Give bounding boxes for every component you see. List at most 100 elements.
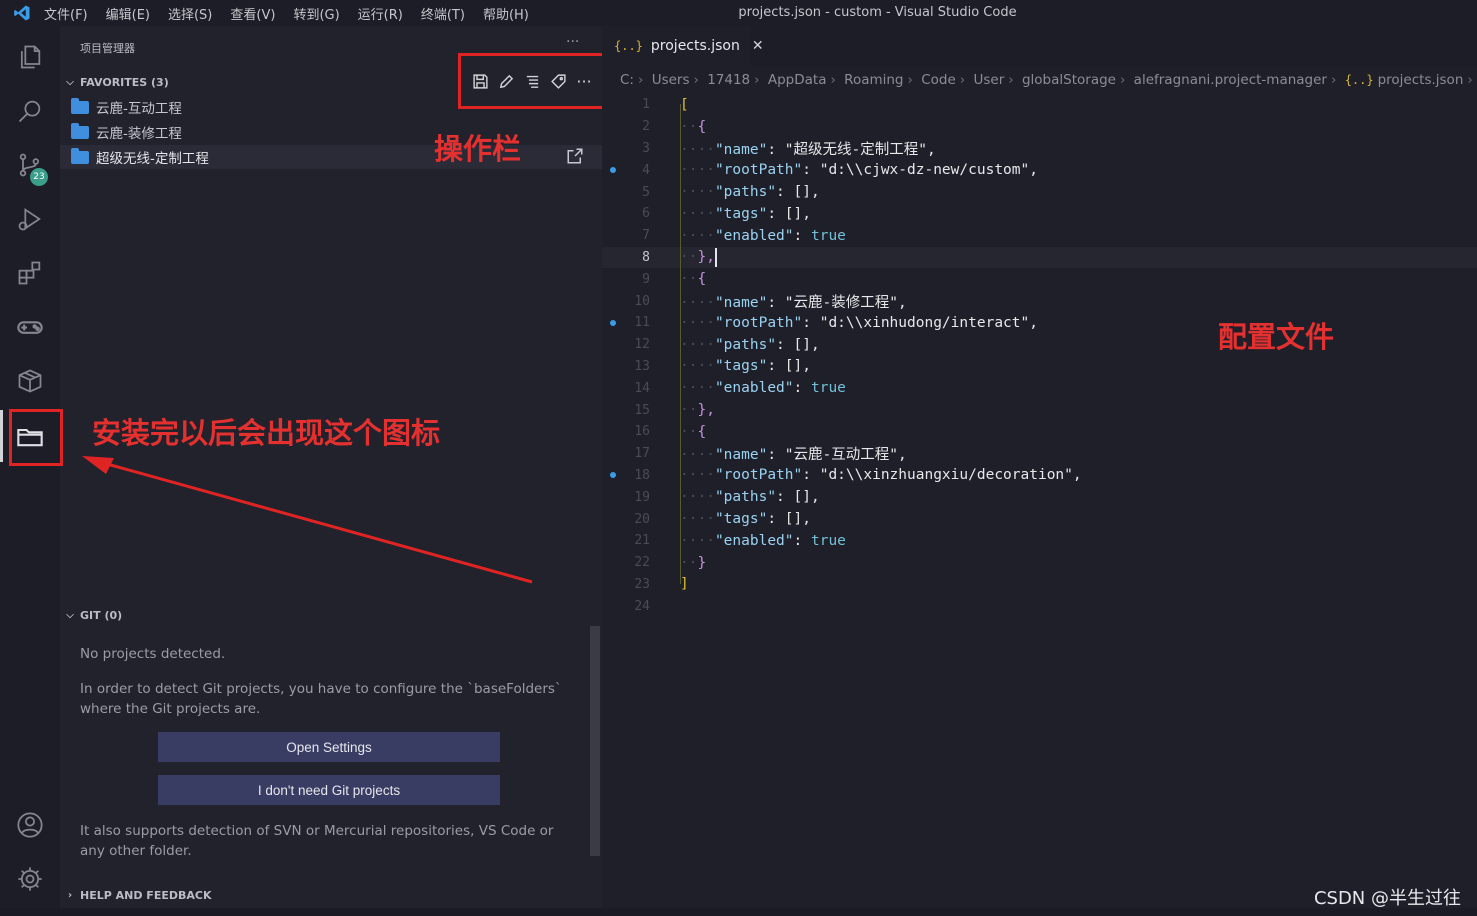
extensions-icon[interactable] bbox=[0, 248, 60, 298]
menu-go[interactable]: 转到(G) bbox=[293, 4, 339, 23]
code-token: "name" bbox=[714, 141, 768, 158]
gamepad-icon[interactable] bbox=[0, 302, 60, 352]
code-text: ··}, bbox=[680, 402, 715, 418]
code-line[interactable]: 9 ··{ bbox=[602, 268, 1477, 290]
code-line[interactable]: 24 bbox=[602, 595, 1477, 617]
breadcrumb-item[interactable]: Users bbox=[652, 72, 690, 88]
code-text: ··}, bbox=[680, 249, 715, 265]
code-token: true bbox=[810, 227, 846, 244]
code-token: "d:\\xinzhuangxiu/decoration" bbox=[819, 467, 1073, 484]
filter-list-icon[interactable] bbox=[521, 70, 543, 92]
source-control-icon[interactable] bbox=[0, 140, 60, 190]
line-number: 10 bbox=[634, 293, 650, 309]
dont-need-git-button[interactable]: I don't need Git projects bbox=[158, 775, 500, 805]
code-line[interactable]: 3 ····"name": "超级无线-定制工程", bbox=[602, 138, 1477, 160]
code-text: ····"rootPath": "d:\\xinzhuangxiu/decora… bbox=[680, 467, 1082, 483]
run-debug-icon[interactable] bbox=[0, 194, 60, 244]
menu-run[interactable]: 运行(R) bbox=[358, 4, 403, 23]
help-section-header[interactable]: › HELP AND FEEDBACK bbox=[60, 884, 602, 906]
code-line[interactable]: 22 ··} bbox=[602, 552, 1477, 574]
save-project-icon[interactable] bbox=[469, 70, 491, 92]
breadcrumb-item[interactable]: Code bbox=[921, 72, 956, 88]
code-line[interactable]: 17 ····"name": "云鹿-互动工程", bbox=[602, 443, 1477, 465]
line-number: 14 bbox=[634, 380, 650, 396]
code-line[interactable]: 12 ····"paths": [], bbox=[602, 334, 1477, 356]
close-tab-icon[interactable]: ✕ bbox=[752, 38, 764, 54]
line-number: 16 bbox=[634, 424, 650, 440]
sidebar-more-icon[interactable]: ··· bbox=[566, 34, 579, 50]
code-text: ····"paths": [], bbox=[680, 184, 820, 200]
indent-guide-dots: ·· bbox=[680, 314, 698, 331]
indent-guide-dots: ·· bbox=[680, 423, 698, 440]
indent-guide-dots: : bbox=[776, 336, 794, 353]
indent-guide-dots: , bbox=[1029, 314, 1038, 331]
code-line[interactable]: 11 ····"rootPath": "d:\\xinhudong/interac… bbox=[602, 312, 1477, 334]
indent-guide-dots: ·· bbox=[697, 141, 715, 158]
code-text: ····"name": "云鹿-互动工程", bbox=[680, 443, 907, 464]
breadcrumb-item[interactable]: alefragnani.project-manager bbox=[1134, 72, 1327, 88]
account-icon[interactable] bbox=[0, 800, 60, 850]
code-line[interactable]: 16 ··{ bbox=[602, 421, 1477, 443]
code-line[interactable]: 10 ····"name": "云鹿-装修工程", bbox=[602, 290, 1477, 312]
code-line[interactable]: 20 ····"tags": [], bbox=[602, 508, 1477, 530]
code-line[interactable]: 4 ····"rootPath": "d:\\cjwx-dz-new/custom… bbox=[602, 159, 1477, 181]
breadcrumb-separator-icon: › bbox=[1119, 72, 1126, 88]
breadcrumb-item[interactable]: C: bbox=[620, 72, 634, 88]
breadcrumb: C: › Users › 17418 › AppData › Roaming › Code… bbox=[620, 72, 1477, 88]
settings-gear-icon[interactable] bbox=[0, 854, 60, 904]
line-number: 22 bbox=[634, 555, 650, 571]
menu-terminal[interactable]: 终端(T) bbox=[421, 4, 465, 23]
code-token: "tags" bbox=[714, 358, 768, 375]
code-line[interactable]: 1[ bbox=[602, 94, 1477, 116]
code-text: ] bbox=[680, 576, 689, 592]
edit-projects-icon[interactable] bbox=[495, 70, 517, 92]
code-token: [] bbox=[793, 489, 811, 506]
package-icon[interactable] bbox=[0, 356, 60, 406]
code-line[interactable]: 8 ··}, bbox=[602, 246, 1477, 269]
code-line[interactable]: 5 ····"paths": [], bbox=[602, 181, 1477, 203]
menu-selection[interactable]: 选择(S) bbox=[168, 4, 212, 23]
explorer-icon[interactable] bbox=[0, 32, 60, 82]
code-token: { bbox=[697, 271, 707, 288]
code-line[interactable]: 14 ····"enabled": true bbox=[602, 377, 1477, 399]
code-line[interactable]: 2 ··{ bbox=[602, 116, 1477, 138]
open-in-new-window-icon[interactable] bbox=[566, 147, 584, 169]
code-text: ··{ bbox=[680, 119, 706, 135]
code-token: "paths" bbox=[714, 336, 777, 353]
breadcrumb-item[interactable]: Roaming bbox=[844, 72, 903, 88]
open-settings-button[interactable]: Open Settings bbox=[158, 732, 500, 762]
line-number: 5 bbox=[642, 184, 650, 200]
code-token: true bbox=[810, 380, 846, 397]
code-line[interactable]: 15 ··}, bbox=[602, 399, 1477, 421]
search-icon[interactable] bbox=[0, 86, 60, 136]
breadcrumb-item[interactable]: projects.json bbox=[1378, 72, 1464, 88]
code-line[interactable]: 6 ····"tags": [], bbox=[602, 203, 1477, 225]
indent-guide-dots: ·· bbox=[697, 358, 715, 375]
menu-view[interactable]: 查看(V) bbox=[230, 4, 275, 23]
code-token: "name" bbox=[714, 294, 768, 311]
menu-edit[interactable]: 编辑(E) bbox=[106, 4, 150, 23]
indent-guide-dots: : bbox=[767, 511, 785, 528]
menu-file[interactable]: 文件(F) bbox=[44, 4, 88, 23]
code-line[interactable]: 21 ····"enabled": true bbox=[602, 530, 1477, 552]
code-line[interactable]: 7 ····"enabled": true bbox=[602, 225, 1477, 247]
indent-guide-dots: ·· bbox=[680, 511, 698, 528]
tag-icon[interactable] bbox=[547, 70, 569, 92]
tab-projects-json[interactable]: {..} projects.json ✕ bbox=[602, 26, 764, 66]
code-line[interactable]: 18 ····"rootPath": "d:\\xinzhuangxiu/deco… bbox=[602, 465, 1477, 487]
breadcrumb-item[interactable]: 17418 bbox=[707, 72, 750, 88]
breadcrumb-item[interactable]: globalStorage bbox=[1022, 72, 1116, 88]
code-line[interactable]: 23] bbox=[602, 574, 1477, 596]
code-text: ····"tags": [], bbox=[680, 206, 811, 222]
code-token: ] bbox=[680, 576, 689, 593]
code-line[interactable]: 13 ····"tags": [], bbox=[602, 356, 1477, 378]
menu-help[interactable]: 帮助(H) bbox=[483, 4, 529, 23]
more-actions-icon[interactable]: ··· bbox=[573, 70, 595, 92]
code-line[interactable]: 19 ····"paths": [], bbox=[602, 486, 1477, 508]
breadcrumb-item[interactable]: User bbox=[973, 72, 1004, 88]
git-panel: No projects detected. In order to detect… bbox=[60, 604, 602, 916]
breadcrumb-item[interactable]: AppData bbox=[768, 72, 827, 88]
git-scrollbar[interactable] bbox=[590, 626, 600, 856]
code-token: [ bbox=[680, 96, 689, 113]
indent-guide-dots: ·· bbox=[697, 294, 715, 311]
